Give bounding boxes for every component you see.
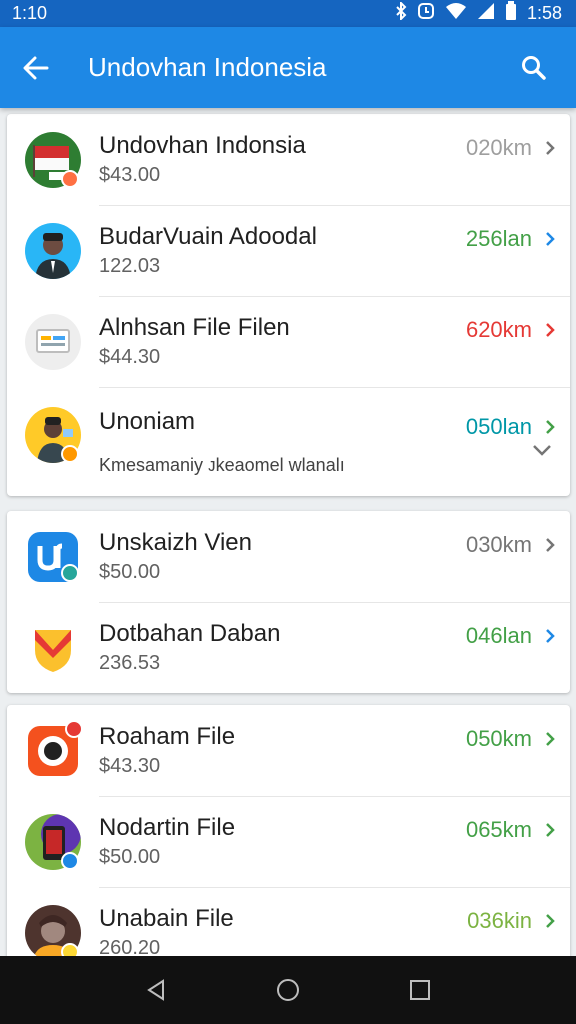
arrow-left-icon [23, 56, 49, 79]
search-icon [522, 55, 546, 80]
chevron-right-icon [546, 629, 555, 643]
item-name: Unoniam [99, 408, 196, 435]
nav-home-button[interactable] [258, 960, 318, 1020]
item-price: 122.03 [99, 254, 161, 277]
list-card: Unskaizh Vien $50.00 030km Dotbahan Daba… [7, 511, 570, 693]
list-item[interactable]: Alnhsan File Filen $44.30 620km [7, 296, 570, 387]
status-badge [61, 445, 79, 463]
item-distance: 046lan [465, 623, 532, 648]
list-item[interactable]: Roaham File $43.30 050km [7, 705, 570, 796]
item-name: Alnhsan File Filen [99, 313, 290, 341]
item-name: Unskaizh Vien [99, 528, 252, 556]
item-distance: 256lan [465, 226, 532, 251]
status-bar: 1:10 1:58 [0, 0, 576, 27]
list-item-expandable[interactable]: Unoniam Kmesamaniy ᴊkeaomel wlanalı 050l… [7, 387, 570, 496]
back-triangle-icon [147, 979, 164, 1001]
list-card: Roaham File $43.30 050km Nodartin File $… [7, 705, 570, 956]
item-name: Roaham File [99, 722, 236, 750]
item-distance: 050lan [465, 414, 532, 439]
file-avatar [25, 313, 81, 370]
item-distance: 050km [465, 726, 532, 751]
item-distance: 030km [465, 532, 532, 557]
app-bar: Undovhan Indonesia [0, 27, 576, 108]
list-content: Undovhan Indonsia $43.00 020km BudarVuai… [0, 108, 576, 956]
item-distance: 065km [465, 817, 532, 842]
item-price: $43.00 [99, 163, 161, 186]
item-price: 260.20 [99, 936, 161, 957]
status-badge [61, 563, 79, 582]
bluetooth-icon [395, 0, 407, 25]
item-price: $44.30 [99, 345, 161, 368]
page-title: Undovhan Indonesia [88, 52, 327, 82]
item-distance: 020km [465, 135, 532, 160]
alarm-icon [417, 2, 435, 25]
chevron-right-icon [546, 538, 555, 552]
item-price: $50.00 [99, 560, 161, 583]
item-price: $50.00 [99, 845, 161, 868]
chevron-down-icon[interactable] [532, 443, 552, 457]
list-item[interactable]: Unskaizh Vien $50.00 030km [7, 511, 570, 602]
chevron-right-icon [546, 823, 555, 837]
chevron-right-icon [546, 141, 555, 155]
status-clock: 1:58 [526, 3, 562, 23]
list-card: Undovhan Indonsia $43.00 020km BudarVuai… [7, 114, 570, 496]
close-badge-icon [65, 719, 83, 738]
item-price: 236.53 [99, 651, 161, 674]
wifi-icon [445, 2, 467, 25]
item-distance: 620km [465, 317, 532, 342]
home-circle-icon [277, 979, 299, 1001]
status-icons: 1:58 [395, 0, 562, 26]
item-name: BudarVuain Adoodal [99, 222, 317, 250]
list-item[interactable]: BudarVuain Adoodal 122.03 256lan [7, 205, 570, 296]
system-nav-bar [0, 956, 576, 1024]
item-name: Unabain File [99, 904, 234, 932]
back-button[interactable] [0, 27, 72, 108]
chevron-right-icon [546, 232, 555, 246]
list-item[interactable]: Undovhan Indonsia $43.00 020km [7, 114, 570, 205]
item-distance: 036kin [467, 908, 532, 933]
item-price: $43.30 [99, 754, 161, 777]
item-description: Kmesamaniy ᴊkeaomel wlanalı [99, 455, 345, 475]
search-button[interactable] [492, 27, 576, 108]
battery-icon [505, 1, 517, 26]
status-badge [61, 169, 79, 188]
item-name: Nodartin File [99, 813, 236, 841]
chevron-right-icon [546, 732, 555, 746]
nav-recents-button[interactable] [390, 960, 450, 1020]
signal-icon [477, 2, 495, 25]
list-item[interactable]: Unabain File 260.20 036kin [7, 887, 570, 956]
status-time: 1:10 [12, 3, 48, 23]
chevron-right-icon [546, 323, 555, 337]
recents-square-icon [410, 980, 430, 1000]
nav-back-button[interactable] [126, 960, 186, 1020]
check-badge-icon [61, 851, 79, 870]
chevron-right-icon [546, 914, 555, 928]
shield-app-icon [25, 620, 81, 676]
chevron-right-icon [546, 420, 555, 434]
person-avatar [25, 222, 81, 279]
item-name: Undovhan Indonsia [99, 131, 306, 159]
list-item[interactable]: Dotbahan Daban 236.53 046lan [7, 602, 570, 693]
item-name: Dotbahan Daban [99, 619, 281, 647]
list-item[interactable]: Nodartin File $50.00 065km [7, 796, 570, 887]
